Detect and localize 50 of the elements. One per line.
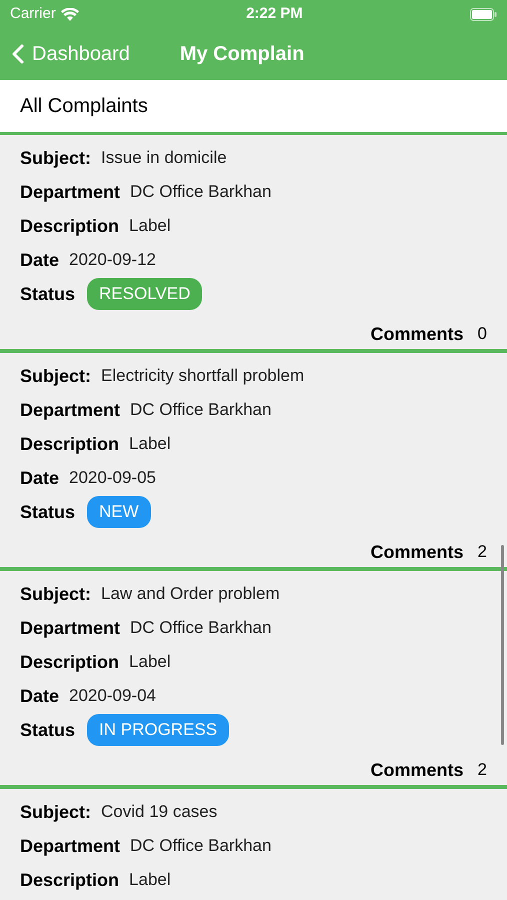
field-label: Status xyxy=(20,282,76,306)
comments-label: Comments xyxy=(370,758,464,782)
battery-icon xyxy=(470,8,497,20)
comments-count: 0 xyxy=(478,323,487,346)
field-value: Law and Order problem xyxy=(101,583,280,606)
comments-count: 2 xyxy=(478,759,487,782)
field-label: Subject: xyxy=(20,146,92,170)
status-badge: IN PROGRESS xyxy=(87,714,230,746)
page-title: My Complain xyxy=(180,42,304,67)
status-badge: RESOLVED xyxy=(87,278,202,310)
field-value: 2020-09-04 xyxy=(69,685,156,708)
field-value: Electricity shortfall problem xyxy=(101,365,304,388)
field-label: Status xyxy=(20,718,76,742)
field-value: Label xyxy=(129,651,171,674)
field-value: Label xyxy=(129,433,171,456)
field-value: Issue in domicile xyxy=(101,147,227,170)
back-button[interactable]: Dashboard xyxy=(12,39,130,69)
field-label: Department xyxy=(20,834,120,858)
comments-label: Comments xyxy=(370,540,464,564)
status-badge: NEW xyxy=(87,496,151,528)
field-label: Subject: xyxy=(20,800,92,824)
field-value: DC Office Barkhan xyxy=(130,835,272,858)
comments-count: 2 xyxy=(478,541,487,564)
field-value: Label xyxy=(129,869,171,892)
field-value: DC Office Barkhan xyxy=(130,399,272,422)
section-title: All Complaints xyxy=(20,94,148,119)
carrier-label: Carrier xyxy=(10,4,56,24)
comments-label: Comments xyxy=(370,322,464,346)
field-value: 2020-09-12 xyxy=(69,249,156,272)
field-value: Covid 19 cases xyxy=(101,801,218,824)
field-label: Date xyxy=(20,684,60,708)
field-label: Date xyxy=(20,248,60,272)
field-label: Subject: xyxy=(20,364,92,388)
field-label: Description xyxy=(20,868,120,892)
field-label: Subject: xyxy=(20,582,92,606)
chevron-left-icon xyxy=(12,44,24,64)
field-value: 2020-09-05 xyxy=(69,467,156,490)
field-value: DC Office Barkhan xyxy=(130,181,272,204)
clock-time: 2:22 PM xyxy=(246,4,303,24)
field-value: DC Office Barkhan xyxy=(130,617,272,640)
field-label: Status xyxy=(20,500,76,524)
field-label: Department xyxy=(20,398,120,422)
wifi-icon xyxy=(60,8,79,20)
field-label: Department xyxy=(20,616,120,640)
field-value: Label xyxy=(129,215,171,238)
field-label: Date xyxy=(20,466,60,490)
field-label: Description xyxy=(20,432,120,456)
field-label: Department xyxy=(20,180,120,204)
field-label: Description xyxy=(20,650,120,674)
field-label: Description xyxy=(20,214,120,238)
